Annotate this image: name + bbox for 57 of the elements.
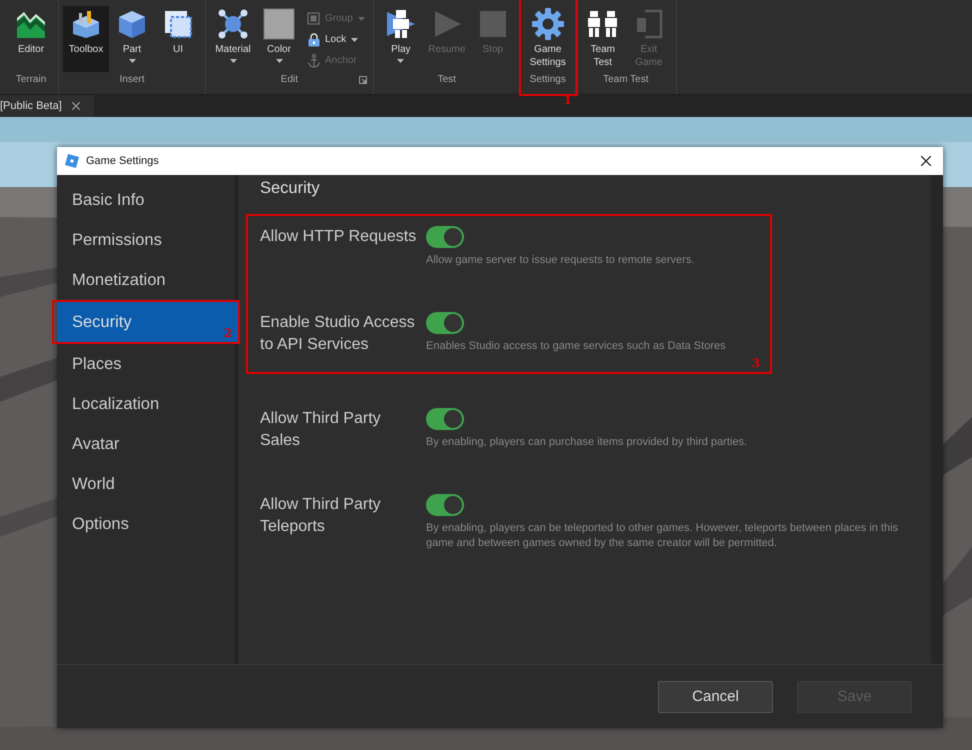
ribbon-button[interactable]: Toolbox [63,6,109,72]
sidebar-item[interactable]: Permissions [57,220,235,260]
toolbox-icon [70,8,102,40]
toggle-switch[interactable] [426,226,464,248]
ribbon-button[interactable]: Editor [8,6,54,72]
ribbon-button[interactable]: Color [256,6,302,72]
setting-description: Enables Studio access to game services such as Data Stores [426,339,727,354]
sidebar-item[interactable]: Localization [57,384,235,424]
setting-description: By enabling, players can purchase items provided by third parties. [426,435,748,450]
section-title: Security [260,179,321,198]
ribbon-button[interactable]: UI [155,6,201,72]
sidebar-item[interactable]: Monetization [57,260,235,300]
setting-label: Allow Third Party Sales [260,409,382,451]
anchor-icon [306,52,322,68]
group-label: Insert [119,73,144,87]
ribbon-button[interactable]: Lock [306,29,365,50]
ribbon-button[interactable]: Play [378,6,424,72]
group-label: Test [438,73,456,87]
toggle-switch[interactable] [426,408,464,430]
setting-label: Allow Third Party Teleports [260,495,382,537]
lock-icon [306,32,322,48]
group-label: Settings [530,73,566,87]
setting-description: By enabling, players can be teleported to other games. However, teleports between places in this game and between games owned by the same creator will be permitted. [426,521,900,551]
expander-icon[interactable] [358,76,367,84]
cube-icon [116,8,148,40]
sidebar-item[interactable]: Avatar [57,424,235,464]
figure-icon [384,8,417,40]
annotation-number: 3 [752,357,760,369]
scrollbar[interactable] [931,175,943,664]
ribbon-button[interactable]: Game Settings [524,6,571,72]
sidebar-item[interactable]: Places [57,344,235,384]
setting-label: Allow HTTP Requests [260,227,418,247]
ribbon-button[interactable]: Material [210,6,256,72]
dialog-button[interactable]: Cancel [658,680,773,712]
annotation-number: 2 [224,327,232,339]
figures-icon [586,8,619,40]
gear-icon [532,8,564,40]
node-icon [217,8,249,40]
swatch-icon [263,8,295,40]
toggle-switch[interactable] [426,312,464,334]
sidebar-item[interactable]: Basic Info [57,180,235,220]
window-title: Game Settings [86,155,160,167]
frame-icon [162,8,194,40]
sidebar-item[interactable]: Options [57,504,235,544]
logo-icon [65,154,79,168]
toggle-switch[interactable] [426,494,464,516]
sidebar-item[interactable]: World [57,464,235,504]
group-label: Team Test [603,73,648,87]
group-label: Terrain [16,73,46,87]
setting-label: Enable Studio Access to API Services [260,313,416,355]
group-label: Edit [280,73,298,87]
setting-description: Allow game server to issue requests to remote servers. [426,253,696,268]
ribbon-button[interactable]: Part [109,6,155,72]
group-icon [306,10,322,26]
ribbon-button[interactable]: Team Test [580,6,626,72]
document-tab[interactable]: [Public Beta] [0,95,94,117]
close-icon[interactable] [921,156,931,166]
